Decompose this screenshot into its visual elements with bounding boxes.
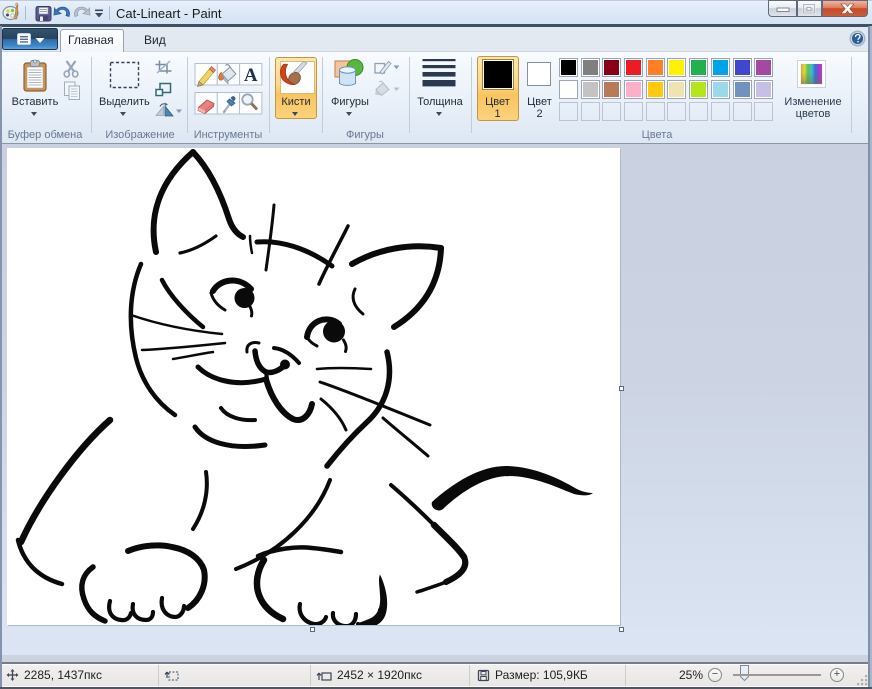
svg-text:A: A [244,65,258,86]
